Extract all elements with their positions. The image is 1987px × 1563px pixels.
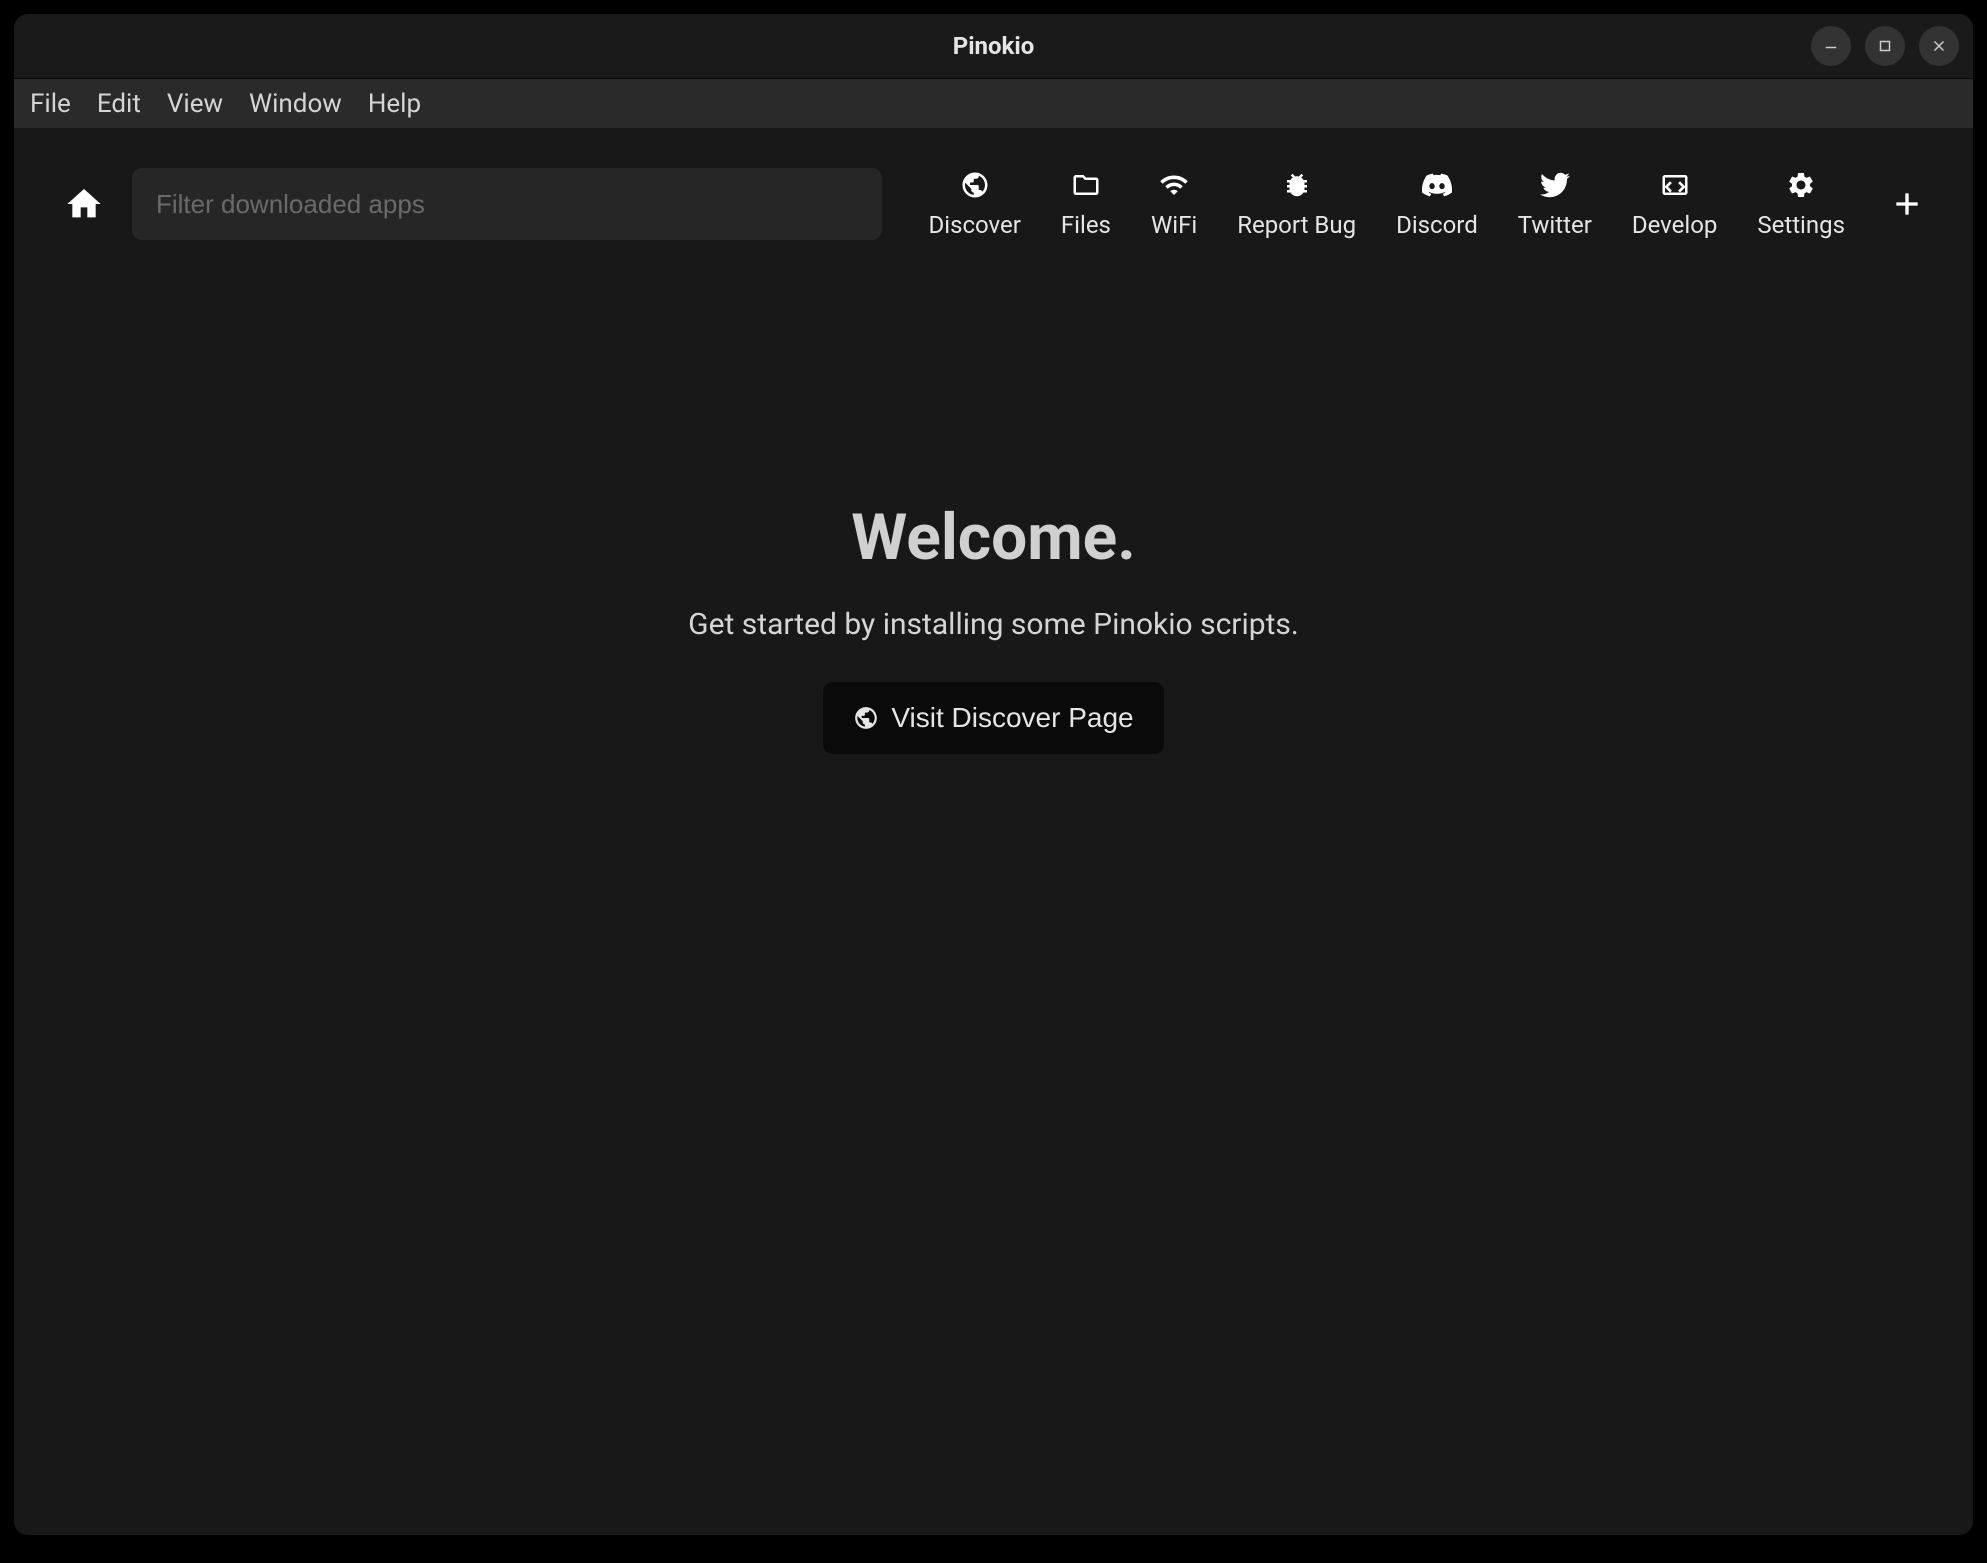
twitter-label: Twitter <box>1518 211 1592 239</box>
globe-icon <box>853 705 879 731</box>
files-label: Files <box>1061 211 1111 239</box>
wifi-action[interactable]: WiFi <box>1151 169 1197 239</box>
menu-view[interactable]: View <box>167 89 223 119</box>
discover-action[interactable]: Discover <box>929 169 1021 239</box>
folder-icon <box>1071 169 1101 201</box>
menu-edit[interactable]: Edit <box>97 89 141 119</box>
welcome-title: Welcome. <box>851 500 1136 575</box>
maximize-icon <box>1876 37 1894 55</box>
minimize-icon <box>1822 37 1840 55</box>
menubar: File Edit View Window Help <box>14 78 1973 128</box>
menu-help[interactable]: Help <box>368 89 421 119</box>
discover-button-label: Visit Discover Page <box>891 702 1133 734</box>
titlebar: Pinokio <box>14 14 1973 78</box>
welcome-section: Welcome. Get started by installing some … <box>14 500 1973 754</box>
menu-window[interactable]: Window <box>249 89 342 119</box>
plus-icon <box>1891 188 1923 220</box>
window-frame: Pinokio File Edit View Window Help <box>14 14 1973 1535</box>
visit-discover-button[interactable]: Visit Discover Page <box>823 682 1163 754</box>
discord-action[interactable]: Discord <box>1396 169 1478 239</box>
app-content: Discover Files WiFi <box>14 128 1973 1535</box>
close-button[interactable] <box>1919 26 1959 66</box>
discover-label: Discover <box>929 211 1021 239</box>
globe-icon <box>960 169 990 201</box>
toolbar: Discover Files WiFi <box>14 128 1973 270</box>
home-button[interactable] <box>64 184 104 224</box>
wifi-icon <box>1159 169 1189 201</box>
develop-label: Develop <box>1632 211 1718 239</box>
wifi-label: WiFi <box>1151 211 1197 239</box>
twitter-action[interactable]: Twitter <box>1518 169 1592 239</box>
bug-icon <box>1282 169 1312 201</box>
files-action[interactable]: Files <box>1061 169 1111 239</box>
window-controls <box>1811 26 1959 66</box>
minimize-button[interactable] <box>1811 26 1851 66</box>
window-title: Pinokio <box>953 32 1035 60</box>
search-input[interactable] <box>132 168 882 240</box>
menu-file[interactable]: File <box>30 89 71 119</box>
discord-icon <box>1422 169 1452 201</box>
toolbar-actions: Discover Files WiFi <box>929 169 1924 239</box>
settings-label: Settings <box>1757 211 1845 239</box>
maximize-button[interactable] <box>1865 26 1905 66</box>
gear-icon <box>1786 169 1816 201</box>
code-icon <box>1660 169 1690 201</box>
add-button[interactable] <box>1891 188 1923 220</box>
twitter-icon <box>1540 169 1570 201</box>
home-icon <box>64 184 104 224</box>
close-icon <box>1930 37 1948 55</box>
report-bug-action[interactable]: Report Bug <box>1237 169 1356 239</box>
report-bug-label: Report Bug <box>1237 211 1356 239</box>
discord-label: Discord <box>1396 211 1478 239</box>
welcome-subtitle: Get started by installing some Pinokio s… <box>688 607 1299 642</box>
develop-action[interactable]: Develop <box>1632 169 1718 239</box>
settings-action[interactable]: Settings <box>1757 169 1845 239</box>
